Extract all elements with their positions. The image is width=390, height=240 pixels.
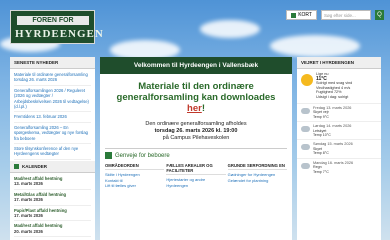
- news-item[interactable]: Fremtidens 13. februar 2026: [14, 112, 91, 123]
- site-logo[interactable]: FOREN FOR BORGERE HYRDEENGEN: [10, 10, 103, 44]
- news-item[interactable]: Generalforsamling 2026 – En spørgeskema,…: [14, 123, 91, 145]
- calendar-item[interactable]: Metal/Glas affald hentning 17. marts 2026: [14, 190, 91, 206]
- news-item[interactable]: Materiale til ordinære generalforsamling…: [14, 70, 91, 86]
- forecast-row: Søndag 15. marts 2026 Skyet Temp 8°C: [297, 139, 381, 157]
- search-button[interactable]: Q: [375, 10, 384, 20]
- shortcut-column: OMRÅDEORDEN Skilte i Hyrdeengen Kontakt …: [105, 163, 165, 189]
- weather-now-line: Udsigt i dag: solrigt: [316, 94, 349, 99]
- search-input[interactable]: Søg efter side...: [321, 10, 371, 20]
- forecast-row: Lørdag 14. marts 2026 Letskyet Temp 10°C: [297, 120, 381, 139]
- left-sidebar: SENESTE NYHEDER Materiale til ordinære g…: [10, 57, 95, 240]
- calendar-heading: KALENDER: [10, 160, 95, 173]
- shortcut-icon: [105, 152, 112, 159]
- calendar-item[interactable]: Mad/rest affald hentning 13. marts 2026: [14, 174, 91, 190]
- kort-label: KORT: [298, 12, 312, 18]
- shortcut-link[interactable]: Hyrdeengen: [166, 183, 225, 189]
- weather-heading: VEJRET I HYRDEENGEN: [297, 57, 381, 69]
- cloud-icon: [301, 107, 310, 114]
- shortcut-column: FÆLLES AREALER OG FACILITETER Hjertestar…: [166, 163, 226, 189]
- news-heading: SENESTE NYHEDER: [10, 57, 95, 69]
- main-content: Velkommen til Hyrdeengen i Vallensbæk Ma…: [100, 57, 292, 240]
- meeting-line-3: på Campus Pilehaveskolen: [162, 135, 230, 141]
- shortcuts-heading: Genveje for beboere: [105, 148, 287, 159]
- meeting-info: Den ordinære generalforsamling afholdes …: [100, 121, 292, 142]
- column-heading: GRUNDE SERFORDNING EN: [227, 163, 287, 170]
- news-list: Materiale til ordinære generalforsamling…: [10, 69, 95, 161]
- kort-button[interactable]: KORT: [286, 10, 317, 20]
- cloud-decoration: [270, 35, 360, 57]
- news-item[interactable]: Generalforsamlingen 2026 / Reguleret (20…: [14, 86, 91, 113]
- cloud-icon: [301, 162, 310, 169]
- news-item[interactable]: Store tilsynskonference af den nye Hyrde…: [14, 144, 91, 160]
- meeting-line-1: Den ordinære generalforsamling afholdes: [145, 121, 247, 127]
- forecast-row: Fredag 13. marts 2026 Skyet vejr Temp 9°C: [297, 102, 381, 121]
- calendar-item[interactable]: Mad/rest affald hentning 20. marts 2026: [14, 221, 91, 238]
- sun-icon: [301, 74, 313, 86]
- logo-banner-text: FOREN FOR BORGERE: [32, 17, 74, 33]
- calendar-item[interactable]: Papir/Plast affald hentning 17. marts 202…: [14, 206, 91, 222]
- calendar-icon: [14, 163, 19, 169]
- forecast-row: Mandag 16. marts 2026 Regn Temp 7°C: [297, 157, 381, 176]
- cloud-decoration: [200, 20, 260, 38]
- download-link[interactable]: her: [187, 103, 202, 114]
- weather-now: Lige nu 11°C Solrigt med svag vind Vindh…: [297, 69, 381, 103]
- shortcut-link[interactable]: Lift til fælles giver: [105, 183, 164, 189]
- shortcut-column: GRUNDE SERFORDNING EN Gødninger for Hyrd…: [227, 163, 287, 189]
- weather-panel: VEJRET I HYRDEENGEN Lige nu 11°C Solrigt…: [297, 57, 381, 240]
- calendar-list: Mad/rest affald hentning 13. marts 2026 M…: [10, 173, 95, 238]
- header-tools: KORT Søg efter side... Q: [286, 10, 384, 20]
- headline: Materiale til den ordinære generalforsam…: [105, 78, 287, 117]
- cloud-icon: [301, 144, 310, 151]
- column-heading: OMRÅDEORDEN: [105, 163, 165, 170]
- cloud-icon: [301, 125, 310, 132]
- shortcut-columns: OMRÅDEORDEN Skilte i Hyrdeengen Kontakt …: [105, 163, 287, 189]
- headline-text: Materiale til den ordinære generalforsam…: [116, 81, 276, 103]
- welcome-banner: Velkommen til Hyrdeengen i Vallensbæk: [100, 57, 292, 74]
- shortcut-link[interactable]: Gelændet for plantning: [228, 178, 287, 184]
- logo-text: HYRDEENGEN: [15, 28, 104, 40]
- meeting-line-2: torsdag 26. marts 2026 kl. 19:00: [154, 128, 238, 134]
- column-heading: FÆLLES AREALER OG FACILITETER: [166, 163, 226, 175]
- headline-end: !: [201, 103, 205, 114]
- map-icon: [291, 12, 297, 18]
